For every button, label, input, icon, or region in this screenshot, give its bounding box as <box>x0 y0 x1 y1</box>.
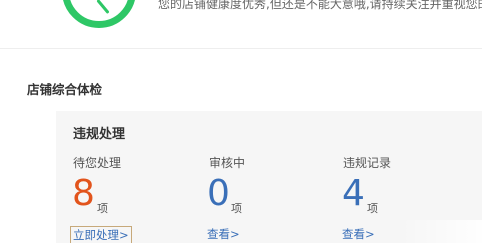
stat-value-records: 4 <box>342 174 365 214</box>
stat-number: 0 <box>207 173 230 214</box>
shop-health-page: 您的店铺健康度优秀,但还是不能大意哦,请持续关注并重视您的 店铺综合体检 违规处… <box>0 0 482 243</box>
view-records-link[interactable]: 查看> <box>342 226 375 242</box>
section-title: 店铺综合体检 <box>27 82 103 97</box>
stat-label-pending: 待您处理 <box>73 156 122 170</box>
stat-number: 8 <box>72 173 95 214</box>
stat-unit: 项 <box>231 202 242 215</box>
stat-label-records: 违规记录 <box>343 156 392 170</box>
divider <box>0 48 482 49</box>
stat-value-reviewing: 0 <box>207 174 230 214</box>
stat-label-reviewing: 审核中 <box>209 156 246 170</box>
stat-unit: 项 <box>97 202 108 215</box>
stat-value-pending: 8 <box>72 174 95 214</box>
panel-title: 违规处理 <box>73 127 126 142</box>
health-message: 您的店铺健康度优秀,但还是不能大意哦,请持续关注并重视您的 <box>158 0 482 11</box>
view-reviewing-link[interactable]: 查看> <box>207 226 240 242</box>
stat-unit: 项 <box>367 202 378 215</box>
stat-number: 4 <box>342 173 365 214</box>
handle-now-link[interactable]: 立即处理> <box>70 226 132 243</box>
edge-fade <box>400 220 482 243</box>
